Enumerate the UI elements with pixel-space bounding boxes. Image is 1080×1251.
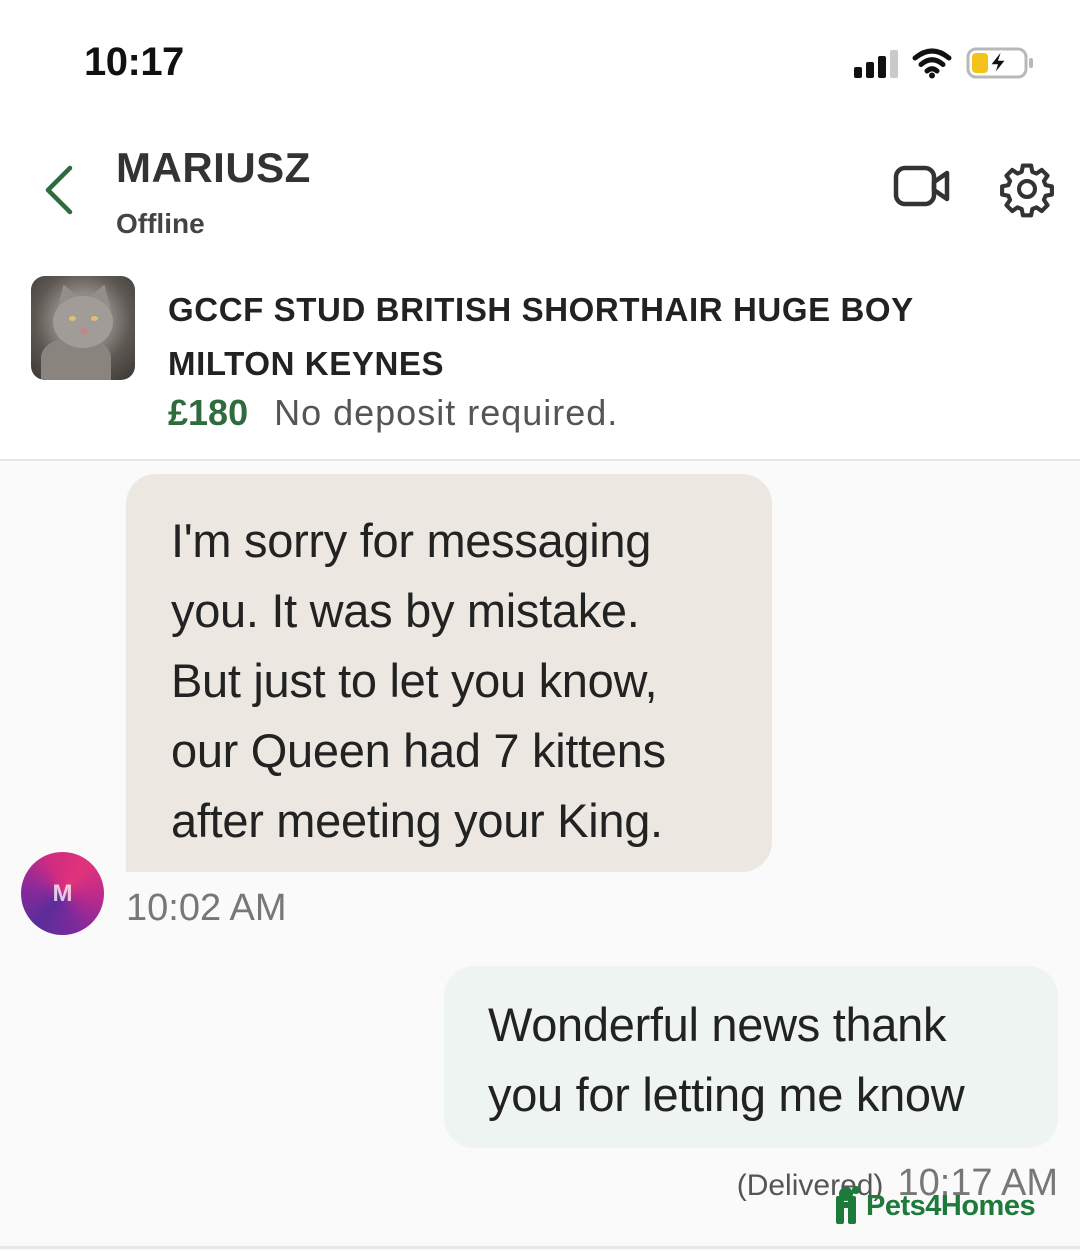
status-icons [854,46,1036,80]
listing-title-line2: MILTON KEYNES [168,345,445,382]
chevron-left-icon [45,165,73,215]
message-line: I'm sorry for messaging [171,514,652,567]
listing-deposit-note: No deposit required. [274,392,619,433]
message-line: our Queen had 7 kittens [171,724,666,777]
outgoing-message-bubble[interactable]: Wonderful news thank you for letting me … [444,966,1058,1148]
message-list[interactable]: I'm sorry for messaging you. It was by m… [0,462,1080,1251]
listing-title-line1: GCCF STUD BRITISH SHORTHAIR HUGE BOY [168,291,914,328]
status-bar: 10:17 [0,0,1080,120]
gear-icon [1000,163,1054,218]
message-line: you. It was by mistake. [171,584,640,637]
listing-title[interactable]: GCCF STUD BRITISH SHORTHAIR HUGE BOY MIL… [168,283,1048,391]
wifi-icon [912,48,952,79]
message-line: you for letting me know [488,1068,965,1121]
listing-thumbnail[interactable] [31,276,135,380]
chat-header: MARIUSZ Offline [0,120,1080,265]
back-button[interactable] [36,160,86,220]
contact-status: Offline [116,208,205,239]
battery-charging-icon [966,47,1033,79]
message-line: But just to let you know, [171,654,658,707]
video-camera-icon [893,165,950,207]
avatar-initial: M [52,879,73,907]
message-line: after meeting your King. [171,794,663,847]
cellular-signal-icon [854,48,898,78]
message-line: Wonderful news thank [488,998,947,1051]
brand-name: Pets4Homes [866,1189,1036,1222]
video-call-button[interactable] [892,162,952,212]
brand-watermark: Pets4Homes [832,1186,1036,1226]
listing-price-row: £180 No deposit required. [168,392,618,434]
brand-logo-icon [836,1186,860,1224]
settings-button[interactable] [998,160,1056,218]
contact-name: MARIUSZ [116,144,311,191]
divider [0,1246,1080,1249]
avatar[interactable]: M [21,852,104,935]
incoming-message-time: 10:02 AM [126,887,287,929]
chat-screen: 10:17 MARIUSZ Offline GCCF STUD BRITISH … [0,0,1080,1251]
listing-summary[interactable]: GCCF STUD BRITISH SHORTHAIR HUGE BOY MIL… [0,265,1080,461]
listing-price: £180 [168,392,249,433]
status-time: 10:17 [84,40,184,84]
incoming-message-bubble[interactable]: I'm sorry for messaging you. It was by m… [126,474,772,872]
